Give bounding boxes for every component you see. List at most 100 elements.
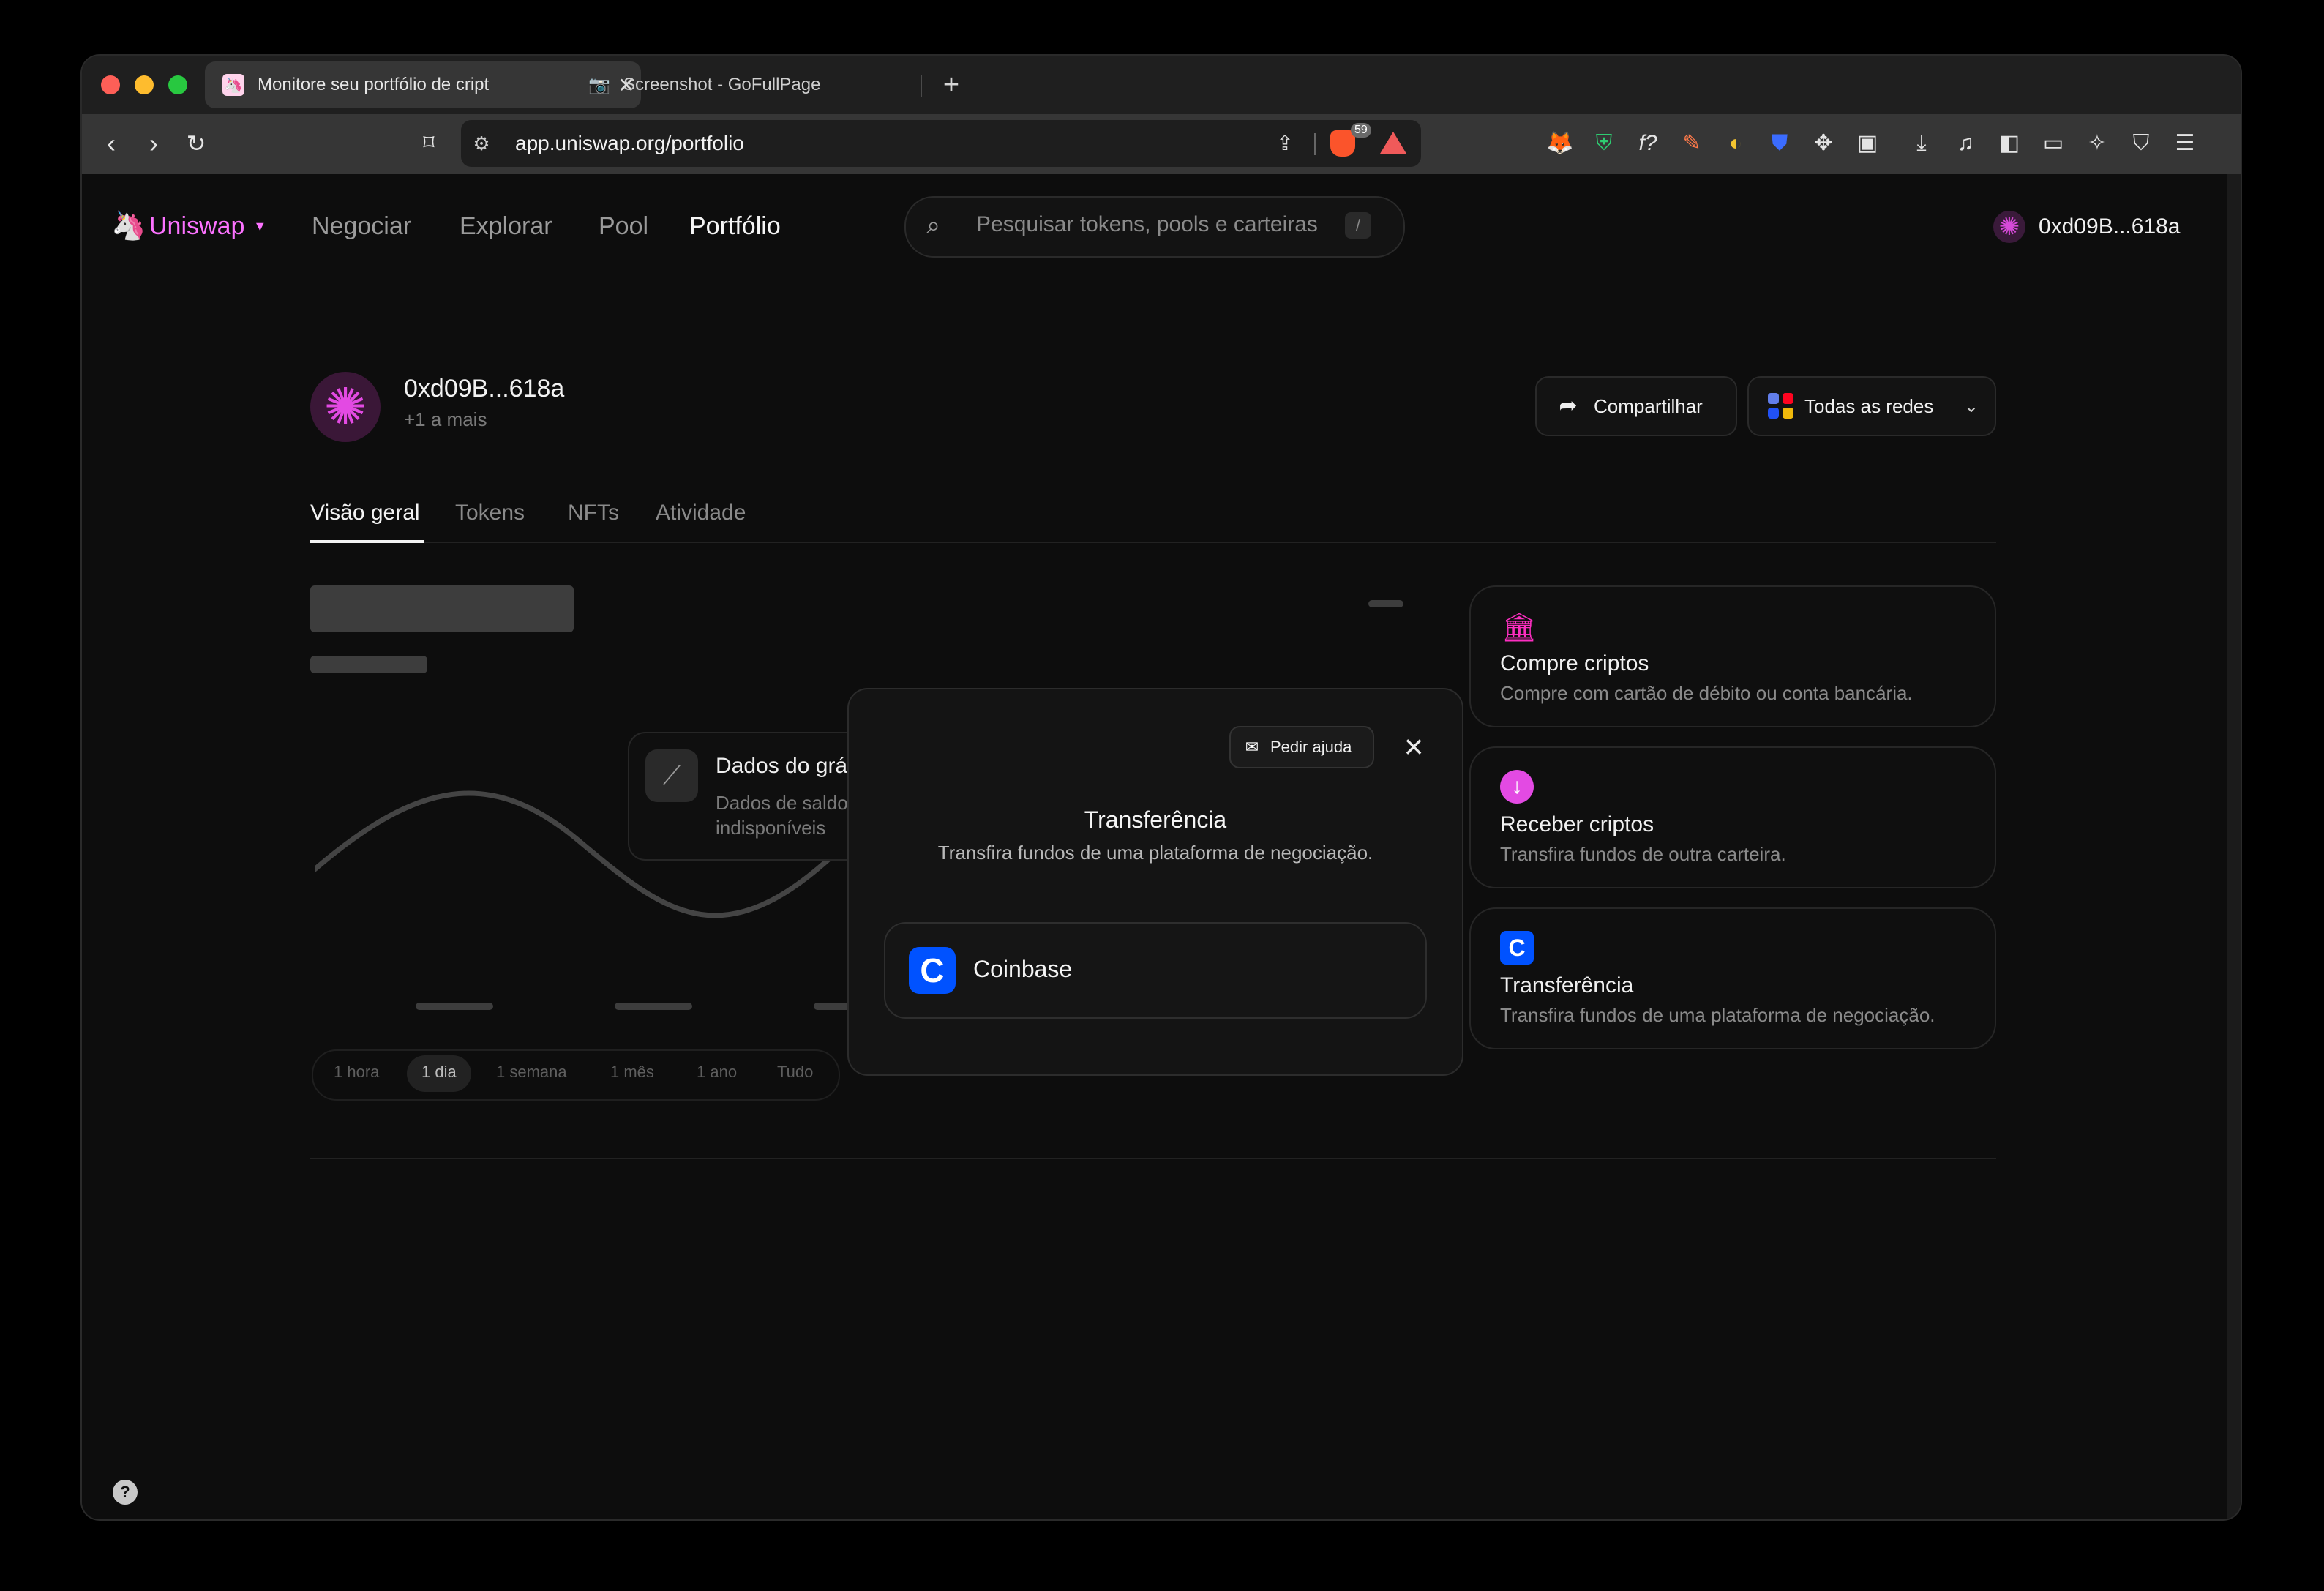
profile-avatar: ✺ — [310, 372, 381, 442]
back-icon[interactable]: ‹ — [94, 126, 129, 161]
range-all[interactable]: Tudo — [777, 1063, 813, 1082]
bookmark-icon[interactable]: ⌑ — [411, 126, 446, 161]
coinbase-icon: C — [1500, 931, 1534, 965]
action-title: Receber criptos — [1500, 812, 1654, 836]
avatar: ✺ — [1993, 211, 2025, 243]
networks-dropdown[interactable]: Todas as redes ⌄ — [1747, 376, 1996, 436]
browser-window: 🦄 Monitore seu portfólio de cript ✕ 📷 Sc… — [82, 56, 2241, 1519]
tab-nfts[interactable]: NFTs — [568, 501, 619, 525]
mail-check-icon: ✉ — [1245, 738, 1259, 756]
get-help-button[interactable]: ✉ Pedir ajuda — [1229, 726, 1374, 768]
time-range-selector — [312, 1049, 840, 1101]
nav-portfolio[interactable]: Portfólio — [689, 212, 781, 241]
profile-address[interactable]: 0xd09B...618a — [404, 375, 564, 403]
chart-off-icon: ⟋ — [645, 749, 698, 802]
url-text[interactable]: app.uniswap.org/portfolio — [515, 132, 744, 155]
action-title: Transferência — [1500, 973, 1634, 997]
reload-icon[interactable]: ↻ — [179, 126, 214, 161]
search-input[interactable]: Pesquisar tokens, pools e carteiras — [976, 212, 1318, 237]
change-skeleton — [310, 656, 427, 673]
bitwarden-extension-icon[interactable]: ⛊ — [1763, 127, 1796, 160]
range-1m[interactable]: 1 mês — [610, 1063, 654, 1082]
music-icon[interactable]: ♫ — [1949, 127, 1982, 160]
uniswap-logo[interactable]: 🦄 Uniswap ▼ — [111, 211, 266, 242]
balance-skeleton — [310, 585, 574, 632]
metamask-extension-icon[interactable]: 🦊 — [1544, 127, 1576, 160]
networks-label: Todas as redes — [1804, 394, 1934, 417]
brave-rewards-icon[interactable] — [1380, 132, 1406, 154]
account-address: 0xd09B...618a — [2039, 214, 2181, 239]
nav-pool[interactable]: Pool — [599, 212, 648, 241]
help-icon[interactable]: ? — [113, 1480, 138, 1505]
share-button[interactable]: ➦ Compartilhar — [1535, 376, 1737, 436]
arrow-down-circle-icon: ↓ — [1500, 770, 1534, 804]
x-axis-skeleton — [416, 1003, 493, 1010]
x-axis-skeleton — [814, 1003, 850, 1010]
function-extension-icon[interactable]: f? — [1632, 127, 1664, 160]
get-help-label: Pedir ajuda — [1270, 738, 1352, 756]
caret-down-icon: ▼ — [253, 218, 267, 233]
coinbase-icon: C — [909, 947, 956, 994]
leo-ai-icon[interactable]: ✧ — [2081, 127, 2113, 160]
close-icon[interactable]: × — [1393, 726, 1434, 767]
provider-coinbase[interactable]: C Coinbase — [884, 922, 1427, 1019]
menu-icon[interactable]: ☰ — [2169, 127, 2201, 160]
tab-activity[interactable]: Atividade — [656, 501, 746, 525]
page-scrollbar[interactable] — [2227, 174, 2241, 1519]
browser-tab[interactable]: 📷 Screenshot - GoFullPage — [571, 61, 907, 108]
vpn-shield-icon[interactable]: ⛉ — [2125, 127, 2157, 160]
search-bar[interactable]: ⌕ Pesquisar tokens, pools e carteiras / — [904, 196, 1405, 258]
tab-title: Screenshot - GoFullPage — [623, 75, 821, 94]
extensions-puzzle-icon[interactable]: ✥ — [1807, 127, 1840, 160]
range-1h[interactable]: 1 hora — [334, 1063, 379, 1082]
pen-extension-icon[interactable]: ✎ — [1676, 127, 1708, 160]
unicorn-icon: 🦄 — [111, 211, 146, 242]
share-arrow-icon: ➦ — [1559, 394, 1578, 418]
sidebar-icon[interactable]: ◧ — [1993, 127, 2025, 160]
search-icon: ⌕ — [926, 211, 941, 239]
shield-extension-icon[interactable]: ⛨ — [1588, 127, 1620, 160]
shields-count-badge: 59 — [1351, 123, 1371, 138]
range-1d[interactable]: 1 dia — [421, 1063, 457, 1082]
forward-icon[interactable]: › — [136, 126, 171, 161]
tabs-divider — [310, 542, 1996, 543]
wallet-icon[interactable]: ▭ — [2037, 127, 2069, 160]
networks-grid-icon — [1768, 393, 1794, 419]
range-1y[interactable]: 1 ano — [697, 1063, 737, 1082]
address-bar[interactable]: ⚙ app.uniswap.org/portfolio ⇪ 59 — [461, 120, 1421, 167]
uniswap-favicon-icon: 🦄 — [222, 74, 244, 96]
action-title: Compre criptos — [1500, 651, 1649, 675]
maximize-window-button[interactable] — [168, 75, 187, 94]
tab-title: Monitore seu portfólio de cript — [258, 75, 490, 94]
url-divider — [1314, 133, 1316, 155]
close-window-button[interactable] — [101, 75, 120, 94]
share-page-icon[interactable]: ⇪ — [1270, 129, 1300, 158]
minimize-window-button[interactable] — [135, 75, 154, 94]
moon-extension-icon[interactable]: ◐ — [1720, 127, 1752, 160]
range-1w[interactable]: 1 semana — [496, 1063, 567, 1082]
search-shortcut-badge: / — [1345, 212, 1371, 239]
new-tab-button[interactable]: + — [934, 67, 969, 102]
profile-subtitle[interactable]: +1 a mais — [404, 408, 487, 431]
x-axis-skeleton — [615, 1003, 692, 1010]
download-icon[interactable]: ⤓ — [1905, 127, 1938, 160]
active-tab-indicator — [310, 540, 424, 543]
site-settings-icon[interactable]: ⚙ — [468, 130, 495, 157]
tab-overview[interactable]: Visão geral — [310, 501, 420, 525]
camera-icon: 📷 — [588, 75, 610, 95]
tab-bar: 🦄 Monitore seu portfólio de cript ✕ 📷 Sc… — [82, 56, 2241, 114]
account-button[interactable]: ✺ 0xd09B...618a — [1993, 211, 2181, 243]
nav-negociar[interactable]: Negociar — [312, 212, 411, 241]
share-label: Compartilhar — [1594, 394, 1703, 417]
tab-tokens[interactable]: Tokens — [455, 501, 525, 525]
receive-crypto-card[interactable]: ↓ Receber criptos Transfira fundos de ou… — [1469, 746, 1996, 888]
modal-title: Transferência — [1084, 806, 1227, 833]
screenshot-extension-icon[interactable]: ▣ — [1851, 127, 1883, 160]
nav-explorar[interactable]: Explorar — [460, 212, 552, 241]
transfer-card[interactable]: C Transferência Transfira fundos de uma … — [1469, 907, 1996, 1049]
buy-crypto-card[interactable]: 🏛 Compre criptos Compre com cartão de dé… — [1469, 585, 1996, 727]
chart-label-skeleton — [1368, 600, 1403, 607]
action-description: Transfira fundos de outra carteira. — [1500, 843, 1786, 865]
page-content: 🦄 Uniswap ▼ Negociar Explorar Pool Portf… — [82, 174, 2227, 1519]
chevron-down-icon: ⌄ — [1963, 396, 1979, 416]
